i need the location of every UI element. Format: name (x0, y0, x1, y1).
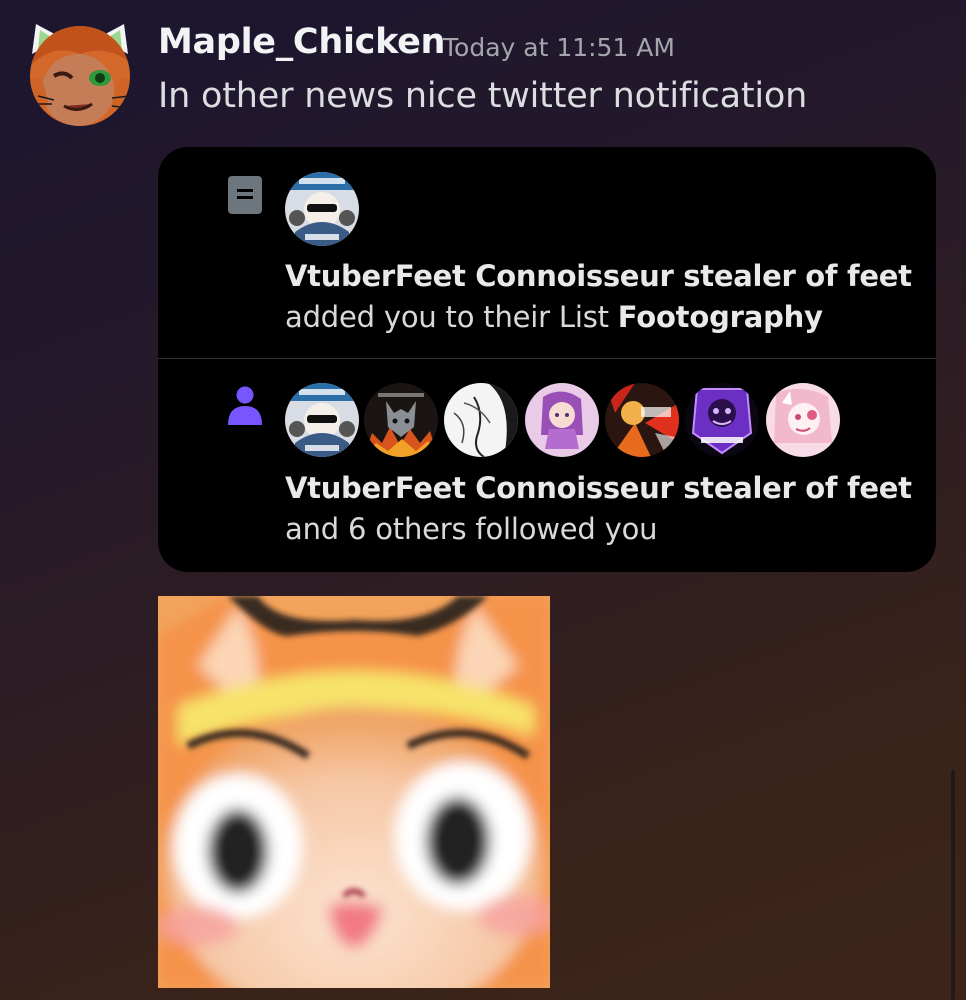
follower-avatar[interactable] (285, 172, 359, 246)
list-icon (228, 176, 262, 214)
notification-divider (158, 358, 936, 359)
list-notification-actor[interactable]: VtuberFeet Connoisseur stealer of feet (285, 259, 912, 293)
message-text: In other news nice twitter notification (158, 76, 808, 116)
follower-avatar[interactable] (444, 383, 518, 457)
author-username[interactable]: Maple_Chicken (158, 22, 445, 62)
follower-avatar[interactable] (285, 383, 359, 457)
follower-avatar[interactable] (364, 383, 438, 457)
follow-notification-actor[interactable]: VtuberFeet Connoisseur stealer of feet (285, 471, 912, 505)
author-avatar[interactable] (28, 24, 132, 128)
notification-screenshot[interactable]: VtuberFeet Connoisseur stealer of feet a… (158, 147, 936, 572)
author-avatar-art (30, 24, 130, 126)
list-notification-text: added you to their List Footography (285, 300, 823, 334)
follower-avatar[interactable] (525, 383, 599, 457)
blurred-catgirl-image (158, 596, 550, 988)
follower-avatar[interactable] (766, 383, 840, 457)
message-timestamp: Today at 11:51 AM (443, 33, 675, 62)
scrollbar[interactable] (951, 770, 955, 1000)
follower-avatar[interactable] (605, 383, 679, 457)
follow-notification-text: and 6 others followed you (285, 512, 658, 546)
person-icon (228, 386, 262, 425)
follower-avatar[interactable] (685, 383, 759, 457)
list-name[interactable]: Footography (618, 300, 823, 334)
list-notification-prefix: added you to their List (285, 300, 618, 334)
image-attachment[interactable] (158, 596, 550, 988)
